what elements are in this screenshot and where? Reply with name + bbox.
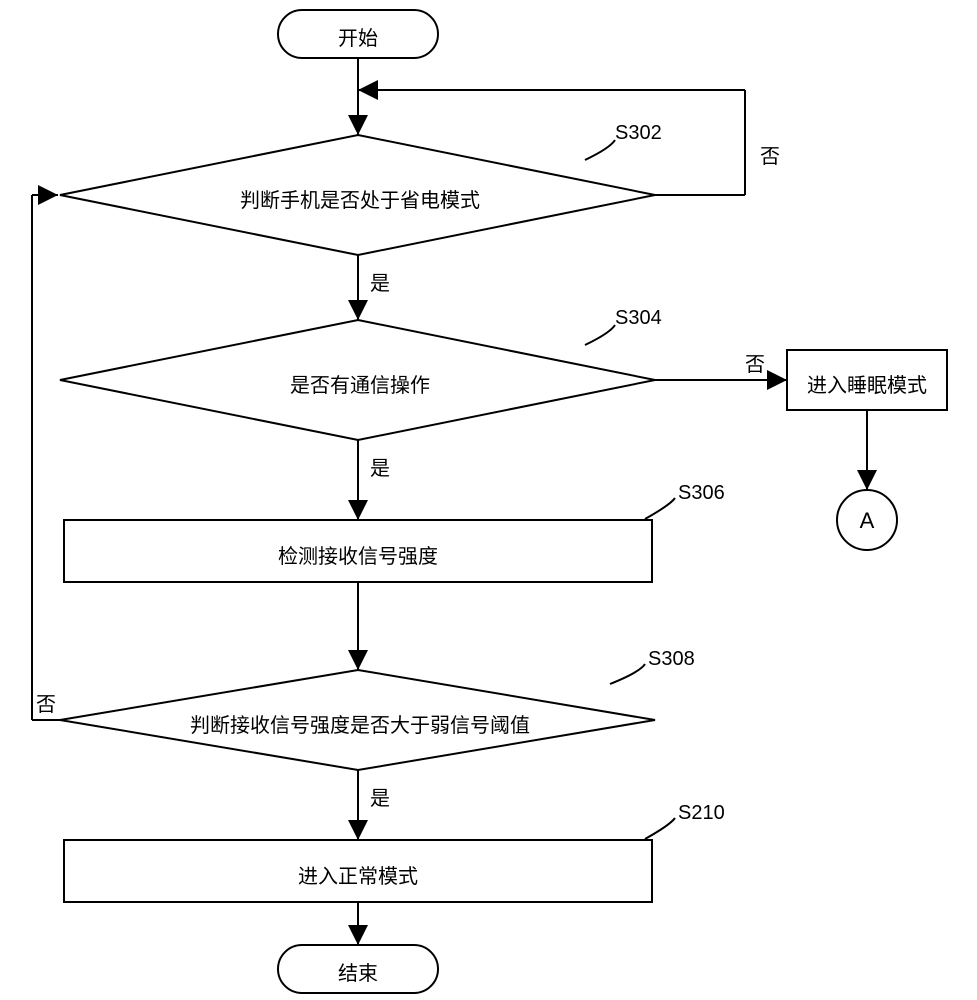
s308-no-label: 否 — [36, 688, 56, 717]
s304-no-label: 否 — [745, 348, 765, 377]
decision-s308-text: 判断接收信号强度是否大于弱信号阈值 — [150, 709, 570, 738]
step-label-s308: S308 — [648, 648, 695, 671]
start-label: 开始 — [278, 22, 438, 51]
s304-yes-label: 是 — [370, 452, 390, 481]
s302-yes-label: 是 — [370, 267, 390, 296]
flowchart-canvas — [0, 0, 977, 1000]
s302-no-label: 否 — [760, 140, 780, 169]
connector-a-text: A — [856, 508, 878, 534]
process-s210-text: 进入正常模式 — [64, 860, 652, 889]
decision-s302-text: 判断手机是否处于省电模式 — [160, 184, 560, 213]
process-sleep-text: 进入睡眠模式 — [792, 369, 942, 398]
decision-s304-text: 是否有通信操作 — [220, 369, 500, 398]
process-s306-text: 检测接收信号强度 — [64, 540, 652, 569]
step-label-s210: S210 — [678, 802, 725, 825]
end-label: 结束 — [278, 957, 438, 986]
step-label-s304: S304 — [615, 307, 662, 330]
s308-yes-label: 是 — [370, 782, 390, 811]
step-label-s306: S306 — [678, 482, 725, 505]
step-label-s302: S302 — [615, 122, 662, 145]
